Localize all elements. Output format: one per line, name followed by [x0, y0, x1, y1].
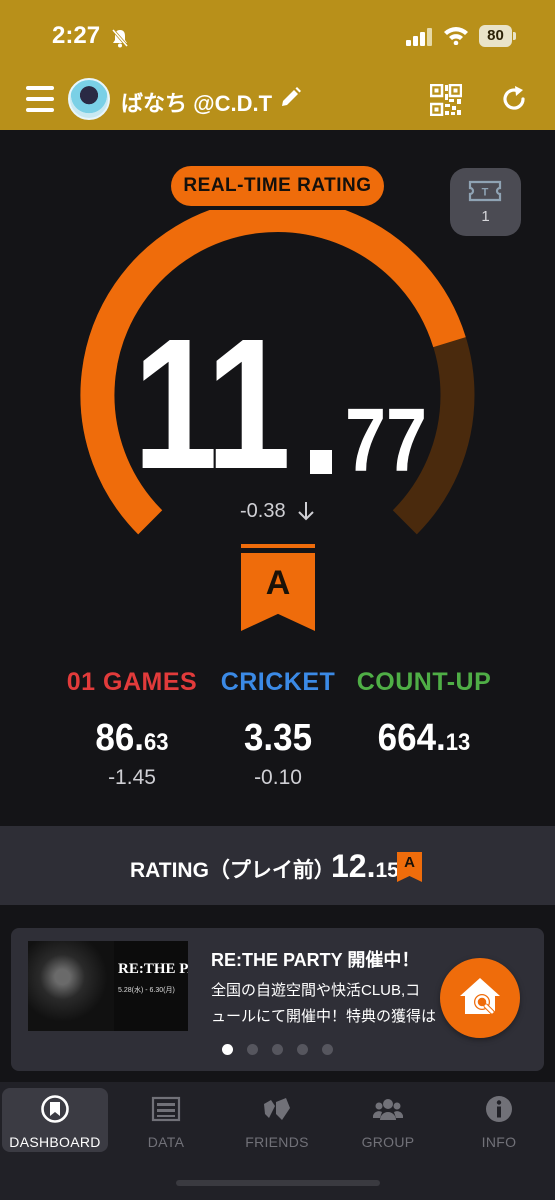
- carousel-dot-2[interactable]: [247, 1044, 258, 1055]
- tab-label: GROUP: [361, 1134, 415, 1150]
- rank-flag-bar: [241, 544, 315, 548]
- banner-image-date: 5.28(水) - 6.30(月): [118, 987, 175, 994]
- real-time-rating-badge[interactable]: REAL-TIME RATING: [171, 166, 384, 206]
- status-bar: 2:27 80: [0, 0, 555, 72]
- home-search-icon: [460, 978, 500, 1016]
- svg-text:T: T: [482, 187, 489, 199]
- menu-icon[interactable]: [26, 86, 54, 112]
- rating-decimal-point: [310, 450, 332, 474]
- carousel-dot-1[interactable]: [222, 1044, 233, 1055]
- refresh-icon[interactable]: [499, 84, 529, 114]
- signal-icon: [406, 28, 432, 46]
- group-icon: [373, 1099, 403, 1120]
- tab-friends[interactable]: FRIENDS: [224, 1088, 330, 1152]
- battery-level: 80: [487, 27, 504, 44]
- tab-label: DATA: [147, 1134, 185, 1150]
- stat-count-up[interactable]: COUNT-UP 664.13: [339, 668, 509, 766]
- stat-diff: -1.45: [108, 766, 156, 789]
- pre-rating-value: 12.15: [331, 848, 399, 884]
- wifi-icon: [444, 27, 468, 45]
- stat-diff: -0.10: [254, 766, 302, 789]
- carousel-dots: [222, 1044, 342, 1056]
- stat-title: CRICKET: [220, 668, 336, 696]
- carousel-dot-4[interactable]: [297, 1044, 308, 1055]
- ticket-icon: T: [468, 180, 502, 202]
- rank-letter: A: [265, 564, 291, 602]
- carousel-dot-5[interactable]: [322, 1044, 333, 1055]
- home-indicator: [176, 1180, 380, 1186]
- status-time: 2:27: [52, 22, 101, 49]
- tab-info[interactable]: INFO: [446, 1088, 552, 1152]
- banner-image-title: RE:THE PARTY: [118, 961, 188, 977]
- friends-icon: [264, 1098, 290, 1120]
- stat-cricket[interactable]: CRICKET 3.35 -0.10: [193, 668, 363, 790]
- stat-value: 86.63: [95, 717, 169, 759]
- tab-dashboard[interactable]: DASHBOARD: [2, 1088, 108, 1152]
- stat-value: 3.35: [243, 717, 313, 759]
- down-arrow-icon: [298, 502, 314, 521]
- stat-01-games[interactable]: 01 GAMES 86.63 -1.45: [47, 668, 217, 790]
- tab-label: INFO: [481, 1134, 517, 1150]
- rating-integer: 11: [133, 301, 291, 508]
- bell-off-icon: [111, 29, 129, 48]
- tab-label: FRIENDS: [245, 1134, 309, 1150]
- tab-data[interactable]: DATA: [113, 1088, 219, 1152]
- banner-title: RE:THE PARTY 開催中！: [211, 950, 420, 970]
- tab-group[interactable]: GROUP: [335, 1088, 441, 1152]
- stat-value: 664.13: [377, 717, 471, 759]
- avatar[interactable]: [68, 78, 110, 120]
- carousel-dot-3[interactable]: [272, 1044, 283, 1055]
- rating-diff: -0.38: [240, 500, 286, 522]
- pre-play-rating-bar: RATING（プレイ前） 12.15 A: [0, 826, 555, 905]
- pre-rating-label: RATING（プレイ前）: [130, 859, 335, 882]
- pencil-icon[interactable]: [280, 86, 302, 108]
- info-icon: [486, 1096, 512, 1122]
- stat-title: COUNT-UP: [356, 668, 492, 696]
- qr-code-icon[interactable]: [430, 84, 462, 116]
- dashboard-icon: [41, 1095, 69, 1123]
- app-header: ばなち @C.D.T: [0, 72, 555, 130]
- banner-image: RE:THE PARTY 5.28(水) - 6.30(月): [28, 941, 188, 1031]
- data-icon: [151, 1096, 181, 1122]
- stat-title: 01 GAMES: [66, 668, 198, 696]
- username: ばなち @C.D.T: [121, 91, 273, 116]
- pre-rank-letter: A: [404, 854, 415, 871]
- battery-indicator: 80: [479, 25, 517, 47]
- rating-decimal: 77: [345, 391, 428, 491]
- tab-label: DASHBOARD: [9, 1134, 101, 1150]
- shop-search-button[interactable]: [440, 958, 520, 1038]
